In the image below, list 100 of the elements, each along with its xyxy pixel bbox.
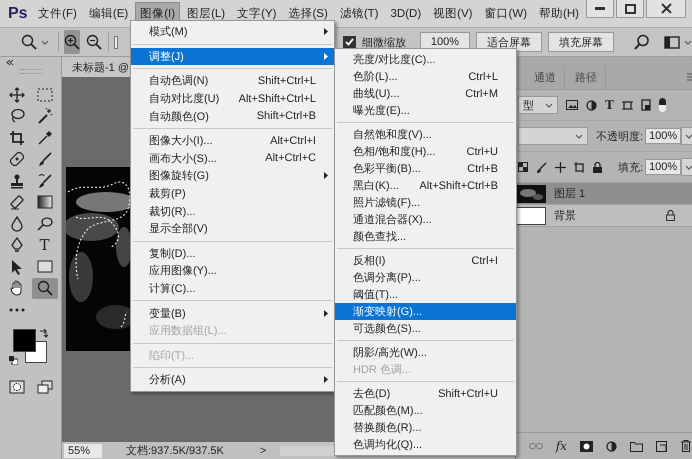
swap-icon[interactable] <box>38 328 48 338</box>
menu-item[interactable]: 阈值(T)... <box>335 286 516 303</box>
menu-item[interactable]: 可选颜色(S)... <box>335 320 516 337</box>
filter-toggle[interactable] <box>658 98 666 112</box>
menu-item[interactable]: 色调均化(Q)... <box>335 436 516 453</box>
grip-handle[interactable] <box>20 69 42 74</box>
status-menu-arrow[interactable]: > <box>260 444 266 456</box>
default-colors-icon[interactable] <box>8 356 18 364</box>
checkbox[interactable] <box>114 36 118 48</box>
menu-bar-item[interactable]: 文件(F) <box>33 2 82 25</box>
opacity-field[interactable]: 100% <box>645 128 682 144</box>
menu-item[interactable]: 裁切(R)... <box>131 202 334 220</box>
menu-item[interactable]: 阴影/高光(W)... <box>335 344 516 361</box>
workspace-switcher[interactable] <box>664 36 692 48</box>
menu-item[interactable]: 图像旋转(G) <box>131 167 334 185</box>
drop-icon <box>10 216 24 232</box>
tool-button[interactable] <box>32 278 58 298</box>
menu-item[interactable]: 画布大小(S)... Alt+Ctrl+C <box>131 150 334 168</box>
menu-item[interactable]: 图像大小(I)... Alt+Ctrl+I <box>131 132 334 150</box>
menu-item[interactable]: 曝光度(E)... <box>335 102 516 119</box>
mask-icon[interactable] <box>580 440 594 452</box>
layer-row[interactable]: 背景 <box>516 205 692 227</box>
panel-tab[interactable]: 通道 <box>526 66 565 88</box>
menu-item[interactable]: 照片滤镜(F)... <box>335 194 516 211</box>
brush-icon[interactable] <box>536 162 547 172</box>
menu-item[interactable]: 自然饱和度(V)... <box>335 126 516 143</box>
menu-item[interactable]: 色调分离(P)... <box>335 269 516 286</box>
artboard-icon[interactable] <box>574 162 585 172</box>
lock-pixels-icon[interactable] <box>518 162 528 172</box>
menu-item[interactable]: 通道混合器(X)... <box>335 211 516 228</box>
search-icon[interactable] <box>634 34 650 50</box>
collapse-icon[interactable] <box>6 60 14 65</box>
menu-item[interactable]: 黑白(K)... Alt+Shift+Ctrl+B <box>335 177 516 194</box>
checkbox-label: 细微缩放 <box>362 36 406 50</box>
menu-item[interactable]: 渐变映射(G)... <box>335 303 516 320</box>
panel-tab[interactable]: 路径 <box>567 66 606 88</box>
zoom-in-button[interactable] <box>64 30 80 54</box>
menu-item[interactable]: 替换颜色(R)... <box>335 419 516 436</box>
menu-item[interactable]: 亮度/对比度(C)... <box>335 51 516 68</box>
menu-item[interactable]: 色彩平衡(B)... Ctrl+B <box>335 160 516 177</box>
menu-item[interactable]: 自动对比度(U) Alt+Shift+Ctrl+L <box>131 90 334 108</box>
menu-item[interactable]: 自动颜色(O) Shift+Ctrl+B <box>131 107 334 125</box>
folder-icon[interactable] <box>630 440 644 452</box>
menu-bar-item[interactable]: 视图(V) <box>428 2 478 25</box>
type-filter-button[interactable]: T <box>605 98 614 112</box>
half-circle-icon[interactable] <box>586 100 597 110</box>
trash-icon[interactable] <box>680 440 691 452</box>
tool-button[interactable]: T <box>32 234 58 256</box>
close-button[interactable] <box>646 0 686 18</box>
background-swatch[interactable] <box>24 340 46 362</box>
move-icon <box>8 86 24 102</box>
menu-item[interactable]: 应用图像(Y)... <box>131 262 334 280</box>
menu-item[interactable]: 裁剪(P) <box>131 184 334 202</box>
menu-item[interactable]: 计算(C)... <box>131 280 334 298</box>
option-button[interactable]: 填充屏幕 <box>548 32 614 52</box>
filter-dropdown[interactable]: 型 <box>518 96 558 114</box>
caret-icon <box>684 40 692 44</box>
zoom-level-field[interactable]: 55% <box>64 444 102 458</box>
menu-bar-item[interactable]: 3D(D) <box>386 4 426 24</box>
layer-row[interactable]: 图层 1 <box>516 183 692 205</box>
arrow-pointer-icon <box>10 258 22 274</box>
shape-filter-icon[interactable] <box>622 100 633 110</box>
gradient-icon <box>36 195 52 209</box>
menu-item[interactable]: 色阶(L)... Ctrl+L <box>335 68 516 85</box>
menu-item[interactable]: 调整(J) <box>131 48 334 66</box>
foreground-swatch[interactable] <box>12 328 36 352</box>
lock-icon[interactable] <box>593 162 602 172</box>
menu-item[interactable]: 去色(D) Shift+Ctrl+U <box>335 385 516 402</box>
layer-style-button[interactable]: fx <box>556 439 567 453</box>
menu-item[interactable]: 显示全部(V) <box>131 220 334 238</box>
half-circle-icon[interactable] <box>606 440 618 452</box>
checkbox[interactable] <box>342 36 356 48</box>
menu-bar-item[interactable]: 编辑(E) <box>84 2 134 25</box>
menu-item[interactable]: 复制(D)... <box>131 244 334 262</box>
menu-item[interactable]: 模式(M) <box>131 23 334 41</box>
menu-item[interactable]: 匹配颜色(M)... <box>335 402 516 419</box>
blend-mode-dropdown[interactable] <box>518 127 588 145</box>
menu-item[interactable]: 颜色查找... <box>335 228 516 245</box>
menu-bar-item[interactable]: 帮助(H) <box>534 2 584 25</box>
image-icon[interactable] <box>566 100 578 110</box>
menu-item[interactable]: 反相(I) Ctrl+I <box>335 252 516 269</box>
menu-item[interactable]: 变量(B) <box>131 304 334 322</box>
menu-bar-item[interactable]: 窗口(W) <box>480 2 532 25</box>
smart-object-icon[interactable] <box>640 99 651 111</box>
move-icon[interactable] <box>555 162 566 172</box>
maximize-button[interactable] <box>616 0 644 18</box>
crop-icon <box>8 130 24 146</box>
hand-icon <box>8 280 24 296</box>
workspace-icon <box>664 36 680 48</box>
fill-field[interactable]: 100% <box>645 159 682 175</box>
eraser-icon <box>8 194 24 210</box>
new-layer-icon[interactable] <box>656 440 668 452</box>
minimize-button[interactable] <box>586 0 614 18</box>
submenu-arrow-icon <box>324 52 328 60</box>
menu-item[interactable]: 色相/饱和度(H)... Ctrl+U <box>335 143 516 160</box>
menu-item[interactable]: 曲线(U)... Ctrl+M <box>335 85 516 102</box>
caret-icon <box>685 164 692 170</box>
menu-item[interactable]: 分析(A) <box>131 371 334 389</box>
quick-mask-icon <box>8 380 24 394</box>
menu-bar-item[interactable]: 滤镜(T) <box>334 2 384 25</box>
